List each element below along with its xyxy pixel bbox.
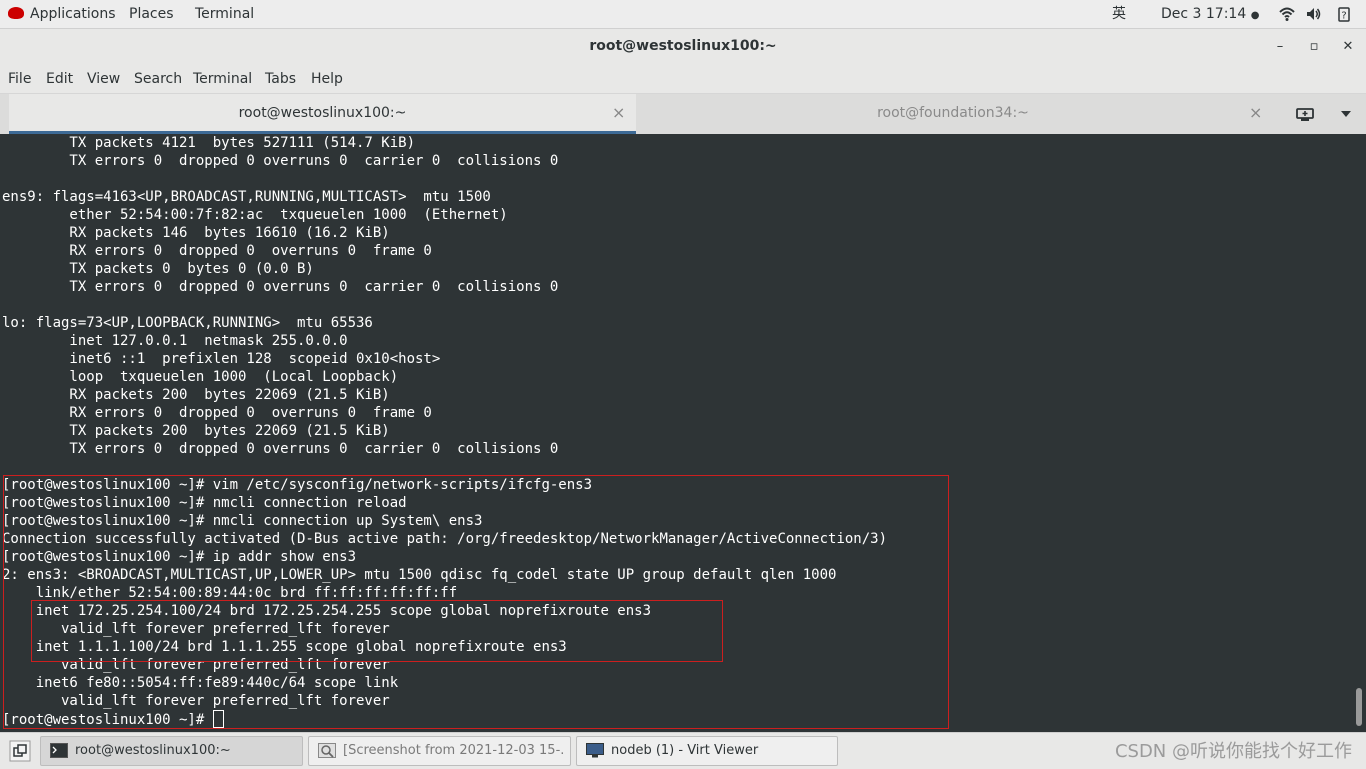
terminal-line: inet6 ::1 prefixlen 128 scopeid 0x10<hos… <box>2 351 441 367</box>
terminal-line: 2: ens3: <BROADCAST,MULTICAST,UP,LOWER_U… <box>2 567 837 583</box>
terminal-line: [root@westoslinux100 ~]# nmcli connectio… <box>2 495 407 511</box>
menu-bar: File Edit View Search Terminal Tabs Help <box>0 65 1366 94</box>
terminal-line: [root@westoslinux100 ~]# nmcli connectio… <box>2 513 483 529</box>
maximize-button[interactable]: ▫ <box>1304 37 1324 57</box>
taskbar-item-label: root@westoslinux100:~ <box>75 743 231 758</box>
taskbar-item-label: nodeb (1) - Virt Viewer <box>611 743 759 758</box>
tab-label: root@westoslinux100:~ <box>238 105 407 121</box>
close-tab-icon[interactable]: × <box>1249 94 1262 132</box>
terminal-line: TX errors 0 dropped 0 overruns 0 carrier… <box>2 153 559 169</box>
menu-terminal[interactable]: Terminal <box>193 65 252 93</box>
menu-edit[interactable]: Edit <box>46 65 73 93</box>
tab-bar: root@westoslinux100:~ × root@foundation3… <box>0 94 1366 135</box>
clock-text: Dec 3 17:14 <box>1161 6 1247 22</box>
text-cursor <box>212 710 224 728</box>
screenshot-icon <box>318 743 336 758</box>
terminal-line: valid_lft forever preferred_lft forever <box>2 621 390 637</box>
tab-foundation34[interactable]: root@foundation34:~ × <box>637 94 1269 134</box>
input-method-indicator[interactable]: 英 <box>1112 0 1126 28</box>
notification-dot-icon: ● <box>1250 10 1260 21</box>
redhat-icon <box>8 7 24 19</box>
terminal-line: TX errors 0 dropped 0 overruns 0 carrier… <box>2 279 559 295</box>
virt-viewer-icon <box>586 743 604 758</box>
terminal-line: TX packets 0 bytes 0 (0.0 B) <box>2 261 314 277</box>
tab-westoslinux100[interactable]: root@westoslinux100:~ × <box>9 94 636 134</box>
terminal-app-menu[interactable]: Terminal <box>195 0 254 28</box>
close-button[interactable]: ✕ <box>1338 37 1358 57</box>
terminal-line: inet6 fe80::5054:ff:fe89:440c/64 scope l… <box>2 675 399 691</box>
window-titlebar[interactable]: root@westoslinux100:~ – ▫ ✕ <box>0 29 1366 65</box>
terminal-line: RX errors 0 dropped 0 overruns 0 frame 0 <box>2 405 432 421</box>
applications-menu[interactable]: Applications <box>8 0 116 28</box>
chevron-down-icon[interactable] <box>1340 109 1352 119</box>
show-desktop-icon[interactable] <box>9 740 31 762</box>
csdn-watermark: CSDN @听说你能找个好工作 <box>1114 741 1352 762</box>
volume-icon[interactable] <box>1306 6 1322 22</box>
terminal-line: loop txqueuelen 1000 (Local Loopback) <box>2 369 399 385</box>
new-tab-icon[interactable] <box>1296 106 1314 122</box>
terminal-line: valid_lft forever preferred_lft forever <box>2 657 390 673</box>
terminal-line: TX errors 0 dropped 0 overruns 0 carrier… <box>2 441 559 457</box>
terminal-line: Connection successfully activated (D-Bus… <box>2 531 888 547</box>
svg-text:?: ? <box>1341 11 1346 22</box>
taskbar-item-screenshot[interactable]: [Screenshot from 2021-12-03 15-... <box>308 736 571 766</box>
menu-tabs[interactable]: Tabs <box>265 65 296 93</box>
wifi-icon[interactable] <box>1279 6 1295 22</box>
terminal-line: inet 172.25.254.100/24 brd 172.25.254.25… <box>2 603 652 619</box>
menu-view[interactable]: View <box>87 65 120 93</box>
terminal-line: [root@westoslinux100 ~]# vim /etc/syscon… <box>2 477 593 493</box>
terminal-line: link/ether 52:54:00:89:44:0c brd ff:ff:f… <box>2 585 458 601</box>
terminal-line: [root@westoslinux100 ~]# ip addr show en… <box>2 549 357 565</box>
window-title: root@westoslinux100:~ <box>589 38 777 54</box>
applications-label: Applications <box>30 6 116 22</box>
terminal-line: ether 52:54:00:7f:82:ac txqueuelen 1000 … <box>2 207 508 223</box>
scrollbar-thumb[interactable] <box>1356 688 1362 726</box>
taskbar: root@westoslinux100:~ [Screenshot from 2… <box>0 732 1366 769</box>
terminal-line: RX packets 146 bytes 16610 (16.2 KiB) <box>2 225 390 241</box>
places-menu[interactable]: Places <box>129 0 174 28</box>
taskbar-item-label: [Screenshot from 2021-12-03 15-... <box>343 743 563 758</box>
terminal-icon <box>50 743 68 758</box>
terminal-line: TX packets 4121 bytes 527111 (514.7 KiB) <box>2 135 416 151</box>
taskbar-item-terminal[interactable]: root@westoslinux100:~ <box>40 736 303 766</box>
terminal-prompt: [root@westoslinux100 ~]# <box>2 712 213 728</box>
terminal-line: inet 1.1.1.100/24 brd 1.1.1.255 scope gl… <box>2 639 567 655</box>
terminal-line: valid_lft forever preferred_lft forever <box>2 693 390 709</box>
minimize-button[interactable]: – <box>1270 37 1290 57</box>
terminal-view[interactable]: TX packets 4121 bytes 527111 (514.7 KiB)… <box>0 134 1354 732</box>
terminal-line: lo: flags=73<UP,LOOPBACK,RUNNING> mtu 65… <box>2 315 373 331</box>
terminal-line: RX errors 0 dropped 0 overruns 0 frame 0 <box>2 243 432 259</box>
menu-search[interactable]: Search <box>134 65 182 93</box>
top-panel: Applications Places Terminal 英 Dec 3 17:… <box>0 0 1366 29</box>
tab-label: root@foundation34:~ <box>877 105 1029 121</box>
clock[interactable]: Dec 3 17:14 ● <box>1161 0 1259 28</box>
terminal-line: inet 127.0.0.1 netmask 255.0.0.0 <box>2 333 348 349</box>
terminal-line: TX packets 200 bytes 22069 (21.5 KiB) <box>2 423 390 439</box>
terminal-scrollbar[interactable] <box>1354 134 1366 732</box>
terminal-line: ens9: flags=4163<UP,BROADCAST,RUNNING,MU… <box>2 189 491 205</box>
terminal-line: RX packets 200 bytes 22069 (21.5 KiB) <box>2 387 390 403</box>
close-tab-icon[interactable]: × <box>612 94 625 132</box>
menu-file[interactable]: File <box>8 65 31 93</box>
menu-help[interactable]: Help <box>311 65 343 93</box>
taskbar-item-virt-viewer[interactable]: nodeb (1) - Virt Viewer <box>576 736 838 766</box>
terminal-output: TX packets 4121 bytes 527111 (514.7 KiB)… <box>2 134 887 729</box>
power-icon[interactable]: ? <box>1336 6 1352 22</box>
